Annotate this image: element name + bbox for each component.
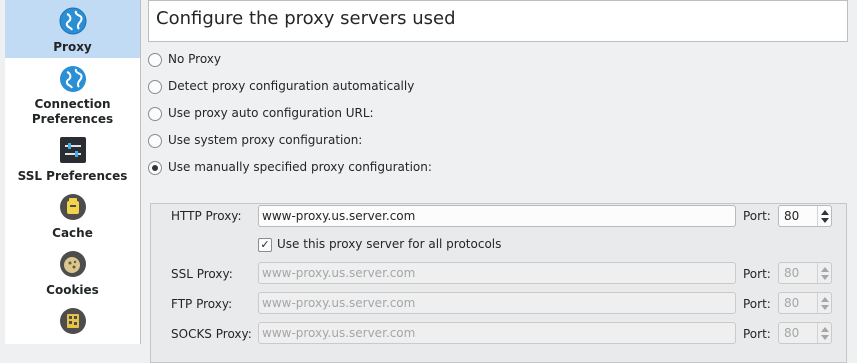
sidebar-item-cache[interactable]: Cache	[5, 190, 140, 242]
socks-port-label: Port:	[743, 327, 771, 341]
socks-port-spinbox[interactable]: 80	[778, 322, 832, 344]
radio-button[interactable]	[148, 53, 162, 67]
ftp-proxy-input[interactable]	[258, 292, 736, 314]
socks-proxy-label: SOCKS Proxy:	[171, 327, 252, 341]
radio-label: No Proxy	[168, 52, 222, 66]
radio-label: Use manually specified proxy configurati…	[168, 160, 432, 174]
socks-proxy-input[interactable]	[258, 322, 736, 344]
sidebar-item-label: Cookies	[46, 283, 99, 297]
spin-arrows[interactable]	[817, 323, 831, 343]
sidebar-item-proxy[interactable]: Proxy	[5, 0, 140, 58]
cookie-icon	[59, 250, 87, 278]
radio-button[interactable]	[148, 134, 162, 148]
ftp-port-spinbox[interactable]: 80	[778, 292, 832, 314]
ftp-proxy-label: FTP Proxy:	[171, 297, 233, 311]
port-value: 80	[784, 296, 800, 310]
sidebar-item-label: Proxy	[53, 40, 92, 54]
sidebar-item-ssl-preferences[interactable]: SSL Preferences	[5, 133, 140, 185]
port-value: 80	[784, 209, 800, 223]
port-value: 80	[784, 266, 800, 280]
radio-button[interactable]	[148, 80, 162, 94]
ssl-port-label: Port:	[743, 267, 771, 281]
sidebar-item-browser-identification[interactable]	[5, 304, 140, 344]
http-port-spinbox[interactable]: 80	[778, 205, 832, 227]
radio-label: Detect proxy configuration automatically	[168, 79, 415, 93]
radio-button[interactable]	[148, 107, 162, 121]
spin-down-icon[interactable]	[821, 218, 829, 223]
spin-down-icon[interactable]	[821, 335, 829, 340]
radio-label: Use proxy auto configuration URL:	[168, 106, 374, 120]
port-value: 80	[784, 326, 800, 340]
sidebar-item-label: SSL Preferences	[17, 169, 128, 183]
page-header: Configure the proxy servers used	[148, 0, 848, 42]
category-sidebar: Proxy Connection Preferences SSL Prefere…	[5, 0, 141, 344]
sidebar-item-cookies[interactable]: Cookies	[5, 247, 140, 299]
use-for-all-checkbox[interactable]: ✓	[258, 238, 272, 252]
sidebar-item-connection-preferences[interactable]: Connection Preferences	[5, 62, 140, 126]
page-title: Configure the proxy servers used	[156, 8, 456, 29]
ssl-port-spinbox[interactable]: 80	[778, 262, 832, 284]
spin-up-icon[interactable]	[821, 327, 829, 332]
spin-up-icon[interactable]	[821, 210, 829, 215]
spin-arrows[interactable]	[817, 206, 831, 226]
spin-up-icon[interactable]	[821, 267, 829, 272]
spin-down-icon[interactable]	[821, 305, 829, 310]
ssl-proxy-input[interactable]	[258, 262, 736, 284]
globe-icon	[59, 7, 87, 35]
spin-down-icon[interactable]	[821, 275, 829, 280]
sliders-icon	[59, 136, 87, 164]
ssl-proxy-label: SSL Proxy:	[171, 267, 233, 281]
radio-button[interactable]	[148, 161, 162, 175]
http-proxy-label: HTTP Proxy:	[171, 209, 242, 223]
http-port-label: Port:	[743, 209, 771, 223]
sidebar-item-label: Cache	[52, 226, 93, 240]
ftp-port-label: Port:	[743, 297, 771, 311]
spin-arrows[interactable]	[817, 293, 831, 313]
checkbox-label: Use this proxy server for all protocols	[277, 237, 502, 251]
spin-up-icon[interactable]	[821, 297, 829, 302]
http-proxy-input[interactable]	[258, 205, 736, 227]
radio-label: Use system proxy configuration:	[168, 133, 363, 147]
spin-arrows[interactable]	[817, 263, 831, 283]
globe-icon	[59, 65, 87, 93]
browser-id-icon	[59, 307, 87, 335]
cache-icon	[59, 193, 87, 221]
sidebar-item-label: Connection Preferences	[31, 97, 114, 126]
